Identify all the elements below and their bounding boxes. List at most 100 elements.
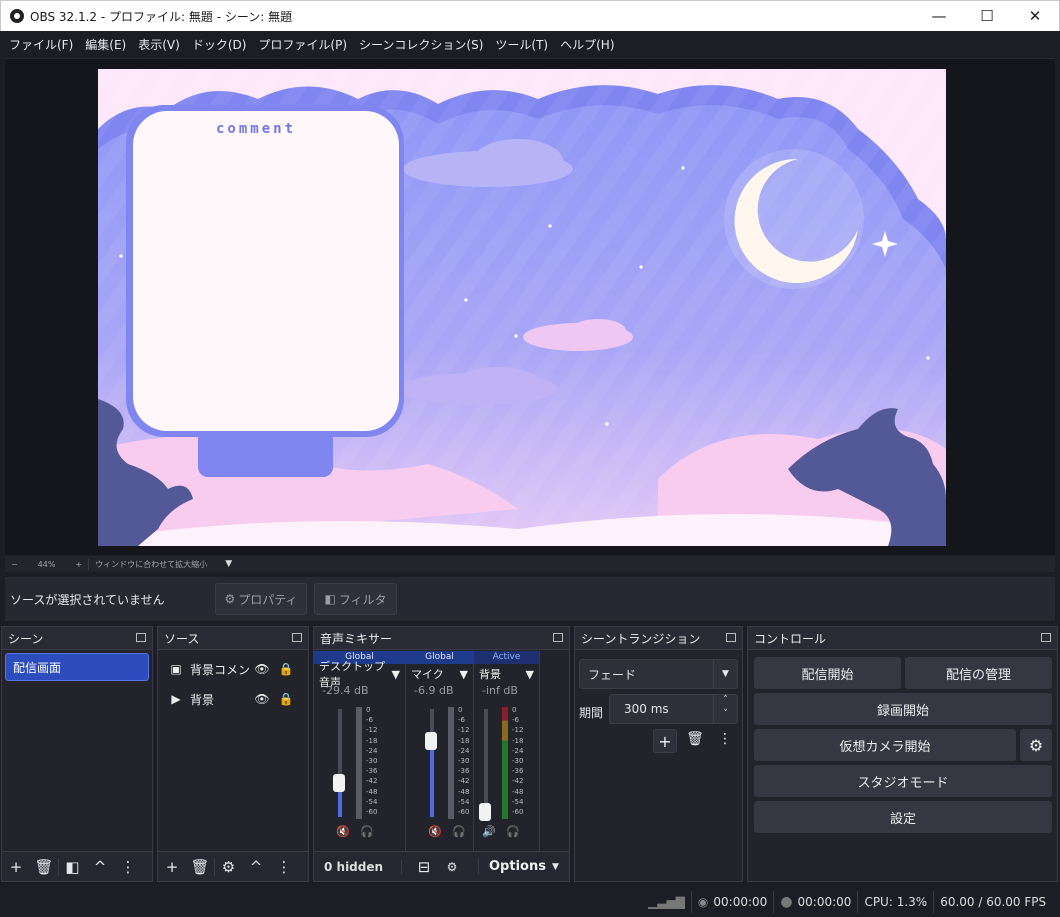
undock-icon[interactable] [136, 633, 146, 642]
muted-speaker-icon[interactable]: 🔇 [428, 825, 442, 838]
chevron-down-icon: ▼ [713, 660, 737, 688]
channel-name-dropdown[interactable]: 背景 ▼ [474, 664, 539, 684]
source-name: 背景コメント [190, 662, 250, 677]
speaker-icon[interactable]: 🔊 [482, 825, 496, 838]
undock-icon[interactable] [726, 633, 736, 642]
menu-edit[interactable]: 編集(E) [79, 36, 132, 53]
settings-button[interactable]: 設定 [754, 801, 1052, 833]
duration-label: 期間 [579, 706, 604, 720]
properties-button[interactable]: ⚙ プロパティ [215, 583, 307, 615]
menu-docks[interactable]: ドック(D) [186, 36, 253, 53]
night-sky-background-image [98, 69, 946, 546]
level-meter [502, 707, 508, 819]
move-up-icon[interactable]: ^ [242, 858, 270, 876]
lock-icon[interactable]: 🔒 [274, 692, 298, 706]
trash-icon[interactable]: 🗑 [186, 858, 214, 876]
advanced-audio-icon[interactable]: ⚙ [438, 860, 466, 874]
zoom-out-button[interactable]: − [5, 560, 24, 569]
source-item[interactable]: ▣ 背景コメント 👁 🔒 [158, 654, 308, 684]
scale-tick: -6 [366, 716, 373, 725]
headphones-icon[interactable]: 🎧 [452, 825, 466, 838]
zoom-in-button[interactable]: + [69, 560, 88, 569]
filters-button[interactable]: ◧ フィルタ [314, 583, 397, 615]
chevron-down-icon[interactable]: ▼ [552, 862, 559, 872]
manage-stream-button[interactable]: 配信の管理 [905, 657, 1052, 689]
start-stream-button[interactable]: 配信開始 [754, 657, 901, 689]
fader-knob[interactable] [333, 774, 345, 792]
duration-spinbox[interactable]: 300 ms ˄ ˅ [609, 694, 738, 724]
menu-help[interactable]: ヘルプ(H) [554, 36, 620, 53]
fps-readout: 60.00 / 60.00 FPS [940, 894, 1047, 909]
scale-tick: -18 [512, 736, 524, 745]
start-virtualcam-button[interactable]: 仮想カメラ開始 [754, 729, 1016, 761]
fader-track[interactable] [484, 709, 488, 817]
scale-tick: -54 [366, 797, 378, 806]
lock-icon[interactable]: 🔒 [274, 662, 298, 676]
channel-badge: Active [474, 651, 539, 664]
virtualcam-settings-button[interactable]: ⚙ [1020, 729, 1052, 761]
hidden-count-label[interactable]: 0 hidden [314, 859, 402, 874]
channel-name-dropdown[interactable]: デスクトップ音声 ▼ [314, 660, 405, 689]
scale-tick: -60 [458, 808, 470, 817]
eye-icon[interactable]: 👁 [250, 662, 274, 676]
scale-tick: 0 [366, 706, 371, 714]
chevron-down-icon: ▼ [525, 667, 534, 681]
eye-icon[interactable]: 👁 [250, 692, 274, 706]
add-transition-button[interactable]: + [653, 729, 677, 753]
more-icon[interactable]: ⋮ [270, 858, 298, 876]
chevron-down-icon: ▼ [459, 667, 468, 681]
transition-type-select[interactable]: フェード ▼ [579, 659, 738, 689]
more-icon[interactable]: ⋮ [715, 731, 735, 747]
menu-scene-collection[interactable]: シーンコレクション(S) [353, 36, 489, 53]
undock-icon[interactable] [553, 633, 563, 642]
start-record-button[interactable]: 録画開始 [754, 693, 1052, 725]
obs-logo-icon [10, 9, 24, 23]
preview-canvas[interactable]: comment [98, 69, 946, 546]
scene-item[interactable]: 配信画面 [5, 653, 149, 681]
menu-profile[interactable]: プロファイル(P) [252, 36, 353, 53]
menu-tools[interactable]: ツール(T) [489, 36, 554, 53]
zoom-fit-label[interactable]: ウィンドウに合わせて拡大縮小 [88, 558, 213, 570]
options-button[interactable]: Options [478, 859, 546, 874]
trash-icon[interactable]: 🗑 [30, 858, 58, 876]
source-item[interactable]: ▶ 背景 👁 🔒 [158, 684, 308, 714]
chevron-down-icon[interactable]: ˅ [713, 709, 737, 723]
channel-db: -inf dB [482, 684, 518, 697]
gear-icon: ⚙ [1028, 735, 1044, 755]
layout-toggle-icon[interactable]: ⊟ [410, 858, 438, 876]
menu-file[interactable]: ファイル(F) [3, 36, 79, 53]
chevron-up-icon[interactable]: ˄ [713, 695, 737, 709]
maximize-button[interactable]: ☐ [963, 1, 1011, 31]
image-icon: ▣ [170, 662, 182, 676]
gear-icon[interactable]: ⚙ [214, 857, 242, 876]
scale-tick: -36 [366, 767, 378, 776]
cpu-usage: CPU: 1.3% [864, 894, 928, 909]
fader-knob[interactable] [425, 732, 437, 750]
add-source-button[interactable]: + [158, 858, 186, 876]
mixer-title: 音声ミキサー [320, 631, 393, 646]
minimize-button[interactable]: — [915, 1, 963, 31]
sources-title: ソース [164, 631, 200, 646]
headphones-icon[interactable]: 🎧 [360, 825, 374, 838]
scale-tick: -24 [512, 746, 524, 755]
zoom-value[interactable]: 44% [24, 560, 70, 569]
zoom-dropdown-icon[interactable]: ▼ [219, 559, 238, 569]
studio-mode-button[interactable]: スタジオモード [754, 765, 1052, 797]
transition-type-value: フェード [588, 667, 637, 682]
trash-icon[interactable]: 🗑 [685, 731, 705, 747]
undock-icon[interactable] [1041, 633, 1051, 642]
channel-name-dropdown[interactable]: マイク ▼ [406, 664, 473, 684]
fader-fill [430, 740, 434, 817]
menu-view[interactable]: 表示(V) [132, 36, 186, 53]
scale-tick: -48 [458, 787, 470, 796]
headphones-icon[interactable]: 🎧 [506, 825, 520, 838]
move-up-icon[interactable]: ^ [86, 858, 114, 876]
close-button[interactable]: ✕ [1011, 1, 1059, 31]
filter-icon[interactable]: ◧ [58, 857, 86, 876]
fader-knob[interactable] [479, 803, 491, 821]
add-scene-button[interactable]: + [2, 858, 30, 876]
scale-tick: -18 [366, 736, 378, 745]
more-icon[interactable]: ⋮ [114, 858, 142, 876]
undock-icon[interactable] [292, 633, 302, 642]
muted-speaker-icon[interactable]: 🔇 [336, 825, 350, 838]
